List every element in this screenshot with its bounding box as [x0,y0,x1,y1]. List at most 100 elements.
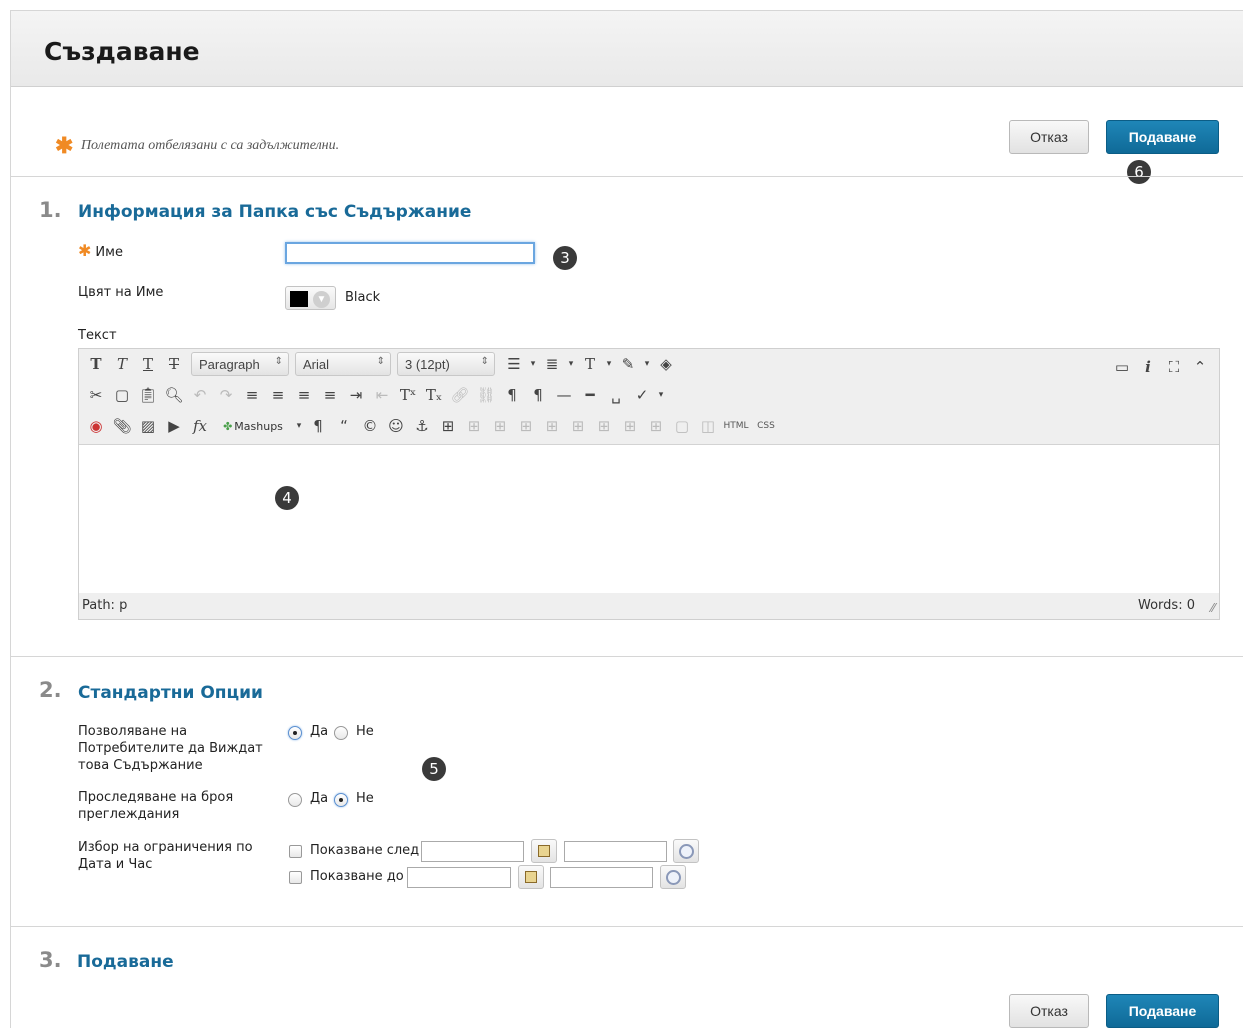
show-until-time-input[interactable] [550,867,653,888]
align-justify-icon[interactable]: ≡ [317,383,343,407]
superscript-icon[interactable]: Tˣ [395,383,421,407]
cancel-button-top[interactable]: Отказ [1009,120,1089,154]
italic-icon[interactable]: T [109,352,135,376]
delete-row-icon[interactable]: ⊞ [565,414,591,438]
paste-icon[interactable]: 📋︎ [135,383,161,407]
show-after-calendar-button[interactable] [531,839,557,863]
css-button[interactable]: CSS [751,414,781,438]
emoticon-icon[interactable]: ☺ [383,414,409,438]
undo-icon[interactable]: ↶ [187,383,213,407]
blockquote-icon[interactable]: “ [331,414,357,438]
table-icon[interactable]: ⊞ [435,414,461,438]
spellcheck-icon[interactable]: ✓ [629,383,655,407]
section-title-1: Информация за Папка със Съдържание [78,202,472,222]
show-until-calendar-button[interactable] [518,865,544,889]
section-number-3: 3. [39,948,62,972]
insert-row-before-icon[interactable]: ⊞ [513,414,539,438]
info-icon[interactable]: i [1135,355,1161,379]
mashups-button[interactable]: ✤ Mashups [213,414,293,438]
chevron-down-icon[interactable]: ▾ [527,352,539,376]
link-icon[interactable]: 🔗︎ [447,383,473,407]
show-until-checkbox[interactable] [289,871,302,884]
html-button[interactable]: HTML [721,414,751,438]
table-row-props-icon[interactable]: ⊞ [461,414,487,438]
align-center-icon[interactable]: ≡ [265,383,291,407]
horizontal-rule-icon[interactable]: — [551,383,577,407]
paragraph-mark-icon[interactable]: ¶ [305,414,331,438]
record-icon[interactable]: ◉ [83,414,109,438]
chevron-down-icon[interactable]: ▾ [603,352,615,376]
align-right-icon[interactable]: ≡ [291,383,317,407]
rtl-icon[interactable]: ¶ [525,383,551,407]
outdent-icon[interactable]: ⇤ [369,383,395,407]
size-select[interactable]: 3 (12pt) ⇕ [397,352,495,376]
search-icon[interactable]: 🔍︎ [161,383,187,407]
chevron-down-icon[interactable]: ▾ [293,414,305,438]
bold-icon[interactable]: T [83,352,109,376]
font-select[interactable]: Arial ⇕ [295,352,391,376]
merge-cells-icon[interactable]: ◫ [695,414,721,438]
eraser-icon[interactable]: ◈ [653,352,679,376]
cut-icon[interactable]: ✂ [83,383,109,407]
indent-icon[interactable]: ⇥ [343,383,369,407]
bullet-list-icon[interactable]: ☰ [501,352,527,376]
strikethrough-icon[interactable]: T [161,352,187,376]
nonbreaking-space-icon[interactable]: ␣ [603,383,629,407]
copyright-icon[interactable]: © [357,414,383,438]
ltr-icon[interactable]: ¶ [499,383,525,407]
permit-no-radio[interactable] [334,726,348,740]
name-label-text: Име [95,245,123,260]
paragraph-select[interactable]: Paragraph ⇕ [191,352,289,376]
toolbar-right: ▭ i ⛶ ⌃ [1109,355,1213,379]
insert-col-after-icon[interactable]: ⊞ [617,414,643,438]
show-until-date-input[interactable] [407,867,511,888]
show-until-label: Показване до [310,869,404,884]
toolbar-row-2: ✂ ▢ 📋︎ 🔍︎ ↶ ↷ ≡ ≡ ≡ ≡ ⇥ ⇤ Tˣ Tₓ 🔗︎ ⛓ ¶ ¶… [83,382,667,408]
thick-rule-icon[interactable]: ━ [577,383,603,407]
show-after-date-input[interactable] [421,841,524,862]
permit-yes-radio[interactable] [288,726,302,740]
media-icon[interactable]: ▶ [161,414,187,438]
delete-col-icon[interactable]: ⊞ [643,414,669,438]
show-until-clock-button[interactable] [660,865,686,889]
required-star-icon: ✱ [78,241,92,260]
name-input[interactable] [285,242,535,264]
show-after-label: Показване след [310,843,420,858]
insert-row-after-icon[interactable]: ⊞ [539,414,565,438]
chevron-down-icon[interactable]: ▾ [641,352,653,376]
section-divider [11,926,1243,927]
submit-button-top[interactable]: Подаване [1106,120,1219,154]
callout-marker-3: 3 [553,246,577,270]
math-formula-icon[interactable]: fx [187,414,213,438]
resize-grip-icon[interactable]: ⁄⁄ [1211,601,1215,615]
subscript-icon[interactable]: Tₓ [421,383,447,407]
split-cells-icon[interactable]: ▢ [669,414,695,438]
align-left-icon[interactable]: ≡ [239,383,265,407]
track-no-radio[interactable] [334,793,348,807]
insert-col-before-icon[interactable]: ⊞ [591,414,617,438]
image-icon[interactable]: ▨ [135,414,161,438]
cancel-button-bottom[interactable]: Отказ [1009,994,1089,1028]
show-after-time-input[interactable] [564,841,667,862]
unlink-icon[interactable]: ⛓ [473,383,499,407]
chevron-down-icon[interactable]: ▾ [565,352,577,376]
table-cell-props-icon[interactable]: ⊞ [487,414,513,438]
submit-button-bottom[interactable]: Подаване [1106,994,1219,1028]
highlight-icon[interactable]: ✎ [615,352,641,376]
anchor-icon[interactable]: ⚓ [409,414,435,438]
collapse-toolbar-icon[interactable]: ⌃ [1187,355,1213,379]
fullscreen-icon[interactable]: ⛶ [1161,355,1187,379]
text-color-icon[interactable]: T [577,352,603,376]
track-yes-radio[interactable] [288,793,302,807]
chevron-down-icon[interactable]: ▾ [655,383,667,407]
show-after-checkbox[interactable] [289,845,302,858]
show-after-clock-button[interactable] [673,839,699,863]
copy-icon[interactable]: ▢ [109,383,135,407]
attachment-icon[interactable]: 📎︎ [109,414,135,438]
numbered-list-icon[interactable]: ≣ [539,352,565,376]
color-picker-button[interactable]: ▼ [285,286,336,310]
underline-icon[interactable]: T [135,352,161,376]
editor-content-area[interactable] [79,445,1219,593]
preview-icon[interactable]: ▭ [1109,355,1135,379]
redo-icon[interactable]: ↷ [213,383,239,407]
